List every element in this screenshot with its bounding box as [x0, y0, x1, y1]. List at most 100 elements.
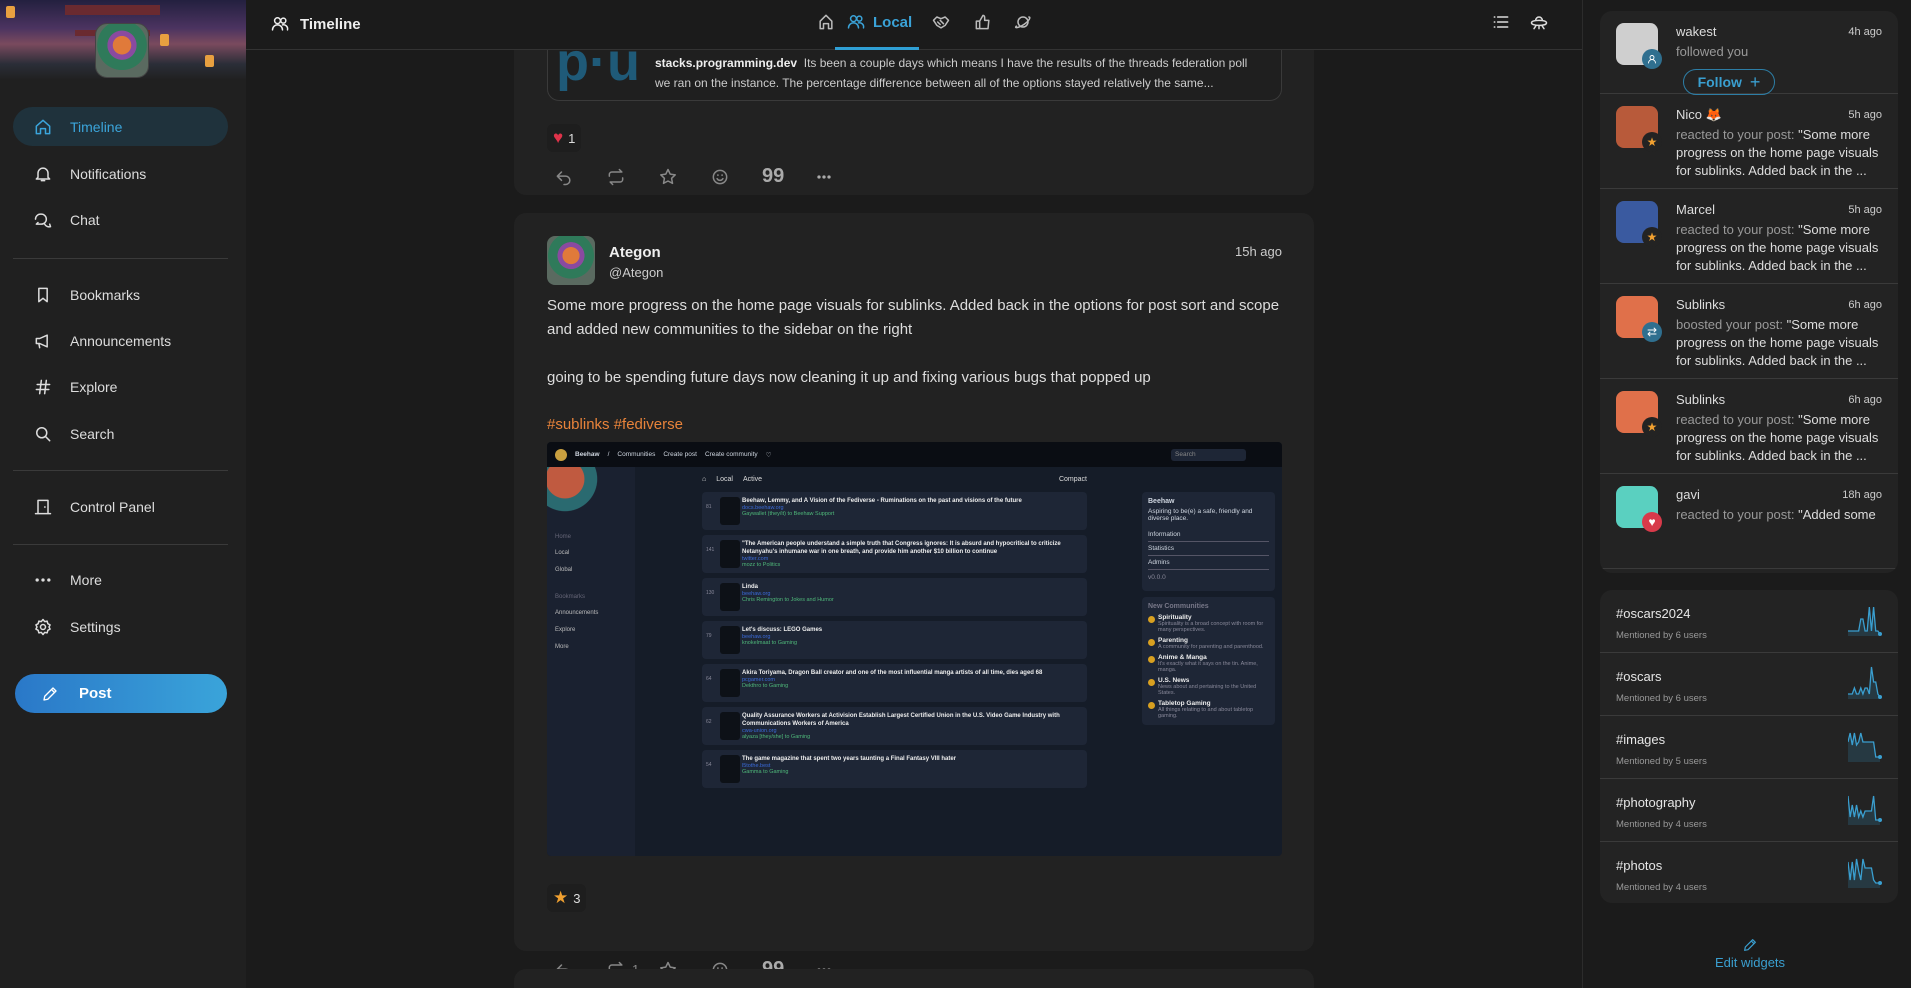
- notification-action: boosted your post:: [1676, 317, 1783, 332]
- notification-user[interactable]: Sublinks: [1676, 392, 1725, 407]
- notification-item[interactable]: wakest 4h ago followed you Follow +: [1600, 11, 1898, 95]
- trend-item[interactable]: #oscars Mentioned by 6 users: [1600, 653, 1898, 716]
- image-text: Explore: [555, 627, 576, 633]
- notification-action: reacted to your post:: [1676, 222, 1795, 237]
- more-button[interactable]: [814, 167, 866, 187]
- notification-user[interactable]: wakest: [1676, 24, 1716, 39]
- image-text: "The American people understand a simple…: [742, 541, 1061, 555]
- image-text: Tabletop Gaming: [1158, 700, 1211, 707]
- divider: [13, 470, 228, 471]
- link-preview[interactable]: p·u stacks.programming.dev Its been a co…: [547, 50, 1282, 101]
- notification-item[interactable]: ★ Sublinks 6h ago reacted to your post: "So…: [1600, 379, 1898, 474]
- thumbs-up-icon: [975, 14, 990, 30]
- trend-item[interactable]: #images Mentioned by 5 users: [1600, 716, 1898, 779]
- reaction-heart[interactable]: ♥ 1: [547, 124, 582, 152]
- image-text: Bookmarks: [555, 594, 586, 600]
- ufo-button[interactable]: [1529, 12, 1549, 32]
- list-view-button[interactable]: [1491, 12, 1511, 32]
- reaction-star[interactable]: ★ 3: [547, 884, 587, 912]
- sparkline-end-point: [1878, 818, 1882, 822]
- sidebar-item-control-panel[interactable]: Control Panel: [13, 487, 228, 526]
- notification-text: boosted your post: "Some more progress o…: [1676, 316, 1881, 370]
- user-avatar[interactable]: [95, 23, 149, 78]
- notification-user[interactable]: Marcel: [1676, 202, 1715, 217]
- notification-item[interactable]: ★ Nico 🦊 5h ago reacted to your post: "Some…: [1600, 94, 1898, 189]
- post-paragraph: going to be spending future days now cle…: [547, 369, 1151, 386]
- image-text: A community for parenting and parenthood…: [1158, 644, 1264, 650]
- notification-item[interactable]: ★ Marcel 5h ago reacted to your post: "Some…: [1600, 189, 1898, 284]
- author-handle[interactable]: @Ategon: [609, 265, 663, 280]
- sidebar-item-label: Chat: [70, 211, 100, 228]
- author-name[interactable]: Ategon: [609, 244, 661, 261]
- notification-user[interactable]: Nico 🦊: [1676, 107, 1722, 123]
- notification-user[interactable]: Sublinks: [1676, 297, 1725, 312]
- door-icon: [34, 499, 52, 514]
- image-text: Anime & Manga: [1158, 654, 1207, 661]
- sidebar-item-label: Timeline: [70, 118, 123, 135]
- post-timestamp[interactable]: 15h ago: [1235, 244, 1282, 259]
- sparkline-end-point: [1878, 755, 1882, 759]
- notification-item[interactable]: ⇄ Sublinks 6h ago boosted your post: "Some …: [1600, 284, 1898, 379]
- edit-widgets-button[interactable]: Edit widgets: [1680, 937, 1820, 970]
- trend-hashtag: #oscars2024: [1616, 606, 1691, 621]
- tab-global[interactable]: [1013, 12, 1033, 32]
- sidebar-item-settings[interactable]: Settings: [13, 607, 228, 646]
- trend-item[interactable]: #oscars2024 Mentioned by 6 users: [1600, 590, 1898, 653]
- image-text: Chris Remington to Jokes and Humor: [742, 597, 834, 603]
- reply-icon: [556, 170, 571, 185]
- image-text: All things relating to and about tableto…: [1158, 707, 1254, 719]
- image-text: Aspiring to be(e) a safe, friendly and d…: [1148, 508, 1253, 522]
- sidebar-item-chat[interactable]: Chat: [13, 200, 228, 239]
- image-right-sidebar: Beehaw Aspiring to be(e) a safe, friendl…: [1142, 492, 1275, 731]
- notification-user[interactable]: gavi: [1676, 487, 1700, 502]
- post-hashtags[interactable]: #sublinks #fediverse: [547, 413, 1287, 437]
- quote-button[interactable]: 99: [762, 165, 814, 188]
- image-votes: 62: [706, 719, 712, 725]
- sidebar-item-explore[interactable]: Explore: [13, 367, 228, 406]
- image-text: Compact: [1058, 476, 1087, 483]
- author-avatar[interactable]: [547, 236, 595, 285]
- image-text: More: [555, 644, 569, 650]
- reply-button[interactable]: [554, 167, 606, 187]
- tab-local[interactable]: Local: [846, 12, 912, 32]
- image-text: Parenting: [1158, 637, 1188, 644]
- star-icon: ★: [553, 888, 569, 907]
- tab-popular[interactable]: [973, 12, 993, 32]
- sidebar-item-label: More: [70, 571, 102, 588]
- image-text: Quality Assurance Workers at Activision …: [742, 713, 1060, 727]
- image-text: Announcements: [555, 610, 599, 616]
- image-community: Parenting A community for parenting and p…: [1148, 637, 1269, 650]
- image-text: Local: [555, 550, 570, 556]
- image-text: Akira Toriyama, Dragon Ball creator and …: [742, 670, 1043, 676]
- more-icon: [817, 174, 831, 179]
- sidebar-item-bookmarks[interactable]: Bookmarks: [13, 275, 228, 314]
- star-icon: [660, 168, 676, 184]
- notification-action: reacted to your post:: [1676, 507, 1795, 522]
- image-text: News about and pertaining to the United …: [1158, 684, 1257, 696]
- notification-time: 5h ago: [1848, 109, 1882, 121]
- trend-item[interactable]: #photos Mentioned by 4 users: [1600, 842, 1898, 903]
- tab-federated[interactable]: [931, 12, 951, 32]
- sidebar-item-search[interactable]: Search: [13, 414, 228, 453]
- sidebar-item-timeline[interactable]: Timeline: [13, 107, 228, 146]
- post-button[interactable]: Post: [15, 674, 227, 713]
- notification-time: 6h ago: [1848, 394, 1882, 406]
- tab-home[interactable]: [816, 12, 836, 32]
- image-votes: 141: [706, 547, 715, 553]
- favourite-button[interactable]: [658, 167, 710, 187]
- post-paragraph: Some more progress on the home page visu…: [547, 297, 1280, 338]
- sidebar-item-more[interactable]: More: [13, 560, 228, 599]
- follow-button[interactable]: Follow +: [1683, 69, 1775, 95]
- post-image-attachment[interactable]: Beehaw / Communities Create post Create …: [547, 442, 1282, 856]
- notification-item[interactable]: ♥ gavi 18h ago reacted to your post: "Added…: [1600, 474, 1898, 569]
- trend-item[interactable]: #photography Mentioned by 4 users: [1600, 779, 1898, 842]
- notification-badge-icon: ★: [1642, 227, 1662, 247]
- sidebar-item-announcements[interactable]: Announcements: [13, 321, 228, 360]
- trend-hashtag: #photos: [1616, 858, 1663, 873]
- boost-button[interactable]: [606, 167, 658, 187]
- home-icon: [35, 119, 51, 134]
- sidebar-item-notifications[interactable]: Notifications: [13, 154, 228, 193]
- sidebar-item-label: Announcements: [70, 332, 172, 349]
- react-button[interactable]: [710, 167, 762, 187]
- trend-sparkline: [1848, 606, 1882, 636]
